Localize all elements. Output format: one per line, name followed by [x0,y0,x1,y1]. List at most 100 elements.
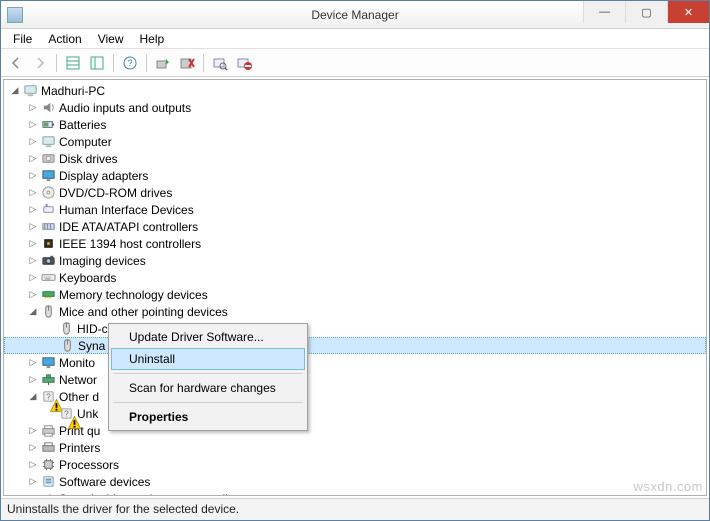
sound-icon [40,491,56,497]
menu-bar: File Action View Help [1,29,709,49]
tree-item-label: Networ [58,373,97,387]
tree-item[interactable]: ▷ IEEE 1394 host controllers [4,235,706,252]
tree-item[interactable]: ▷Human Interface Devices [4,201,706,218]
tree-item[interactable]: ▷Display adapters [4,167,706,184]
menu-file[interactable]: File [5,30,40,48]
expand-icon[interactable]: ▷ [26,425,40,436]
tree-item[interactable]: ▷ Imaging devices [4,252,706,269]
window-buttons: — ▢ ✕ [583,1,709,23]
ieee-icon [40,236,56,252]
help-button[interactable]: ? [119,52,141,74]
expand-icon[interactable]: ▷ [26,442,40,453]
menu-help[interactable]: Help [132,30,173,48]
expand-icon[interactable]: ▷ [26,374,40,385]
memory-icon [40,287,56,303]
close-button[interactable]: ✕ [667,1,709,23]
network-icon [40,372,56,388]
tree-item[interactable]: ▷ IDE ATA/ATAPI controllers [4,218,706,235]
tree-item-label: Monito [58,356,95,370]
back-button[interactable] [5,52,27,74]
expand-icon[interactable]: ▷ [26,238,40,249]
tree-item[interactable]: ▷ Computer [4,133,706,150]
toolbar-separator [203,54,204,72]
context-uninstall[interactable]: Uninstall [111,348,305,370]
context-scan-hardware[interactable]: Scan for hardware changes [111,377,305,399]
context-properties[interactable]: Properties [111,406,305,428]
scan-hardware-button[interactable] [209,52,231,74]
list-view-button[interactable] [86,52,108,74]
expand-icon[interactable]: ▷ [26,170,40,181]
display-icon [40,168,56,184]
disk-icon [40,151,56,167]
expand-icon[interactable]: ▷ [26,476,40,487]
toolbar: ? [1,49,709,77]
tree-item-label: Imaging devices [58,254,146,268]
context-separator [113,402,303,403]
tree-item[interactable]: ▷ Memory technology devices [4,286,706,303]
tree-item[interactable]: ▷DVD/CD-ROM drives [4,184,706,201]
tree-item-label: Syna [77,339,105,353]
tree-item[interactable]: ▷ Software devices [4,473,706,490]
expand-icon[interactable]: ▷ [26,136,40,147]
menu-view[interactable]: View [90,30,132,48]
tree-item[interactable]: ▷ Sound, video and game controllers [4,490,706,496]
tree-item-label: IDE ATA/ATAPI controllers [58,220,198,234]
ide-icon [40,219,56,235]
mouse-icon [58,321,74,337]
tree-item[interactable]: ▷ Keyboards [4,269,706,286]
other-icon [40,389,56,405]
expand-icon[interactable]: ▷ [26,102,40,113]
tree-item-label: Processors [58,458,119,472]
tree-item-label: Mice and other pointing devices [58,305,228,319]
expand-icon[interactable]: ▷ [26,289,40,300]
tree-item-label: Audio inputs and outputs [58,101,191,115]
battery-icon [40,117,56,133]
context-update-driver[interactable]: Update Driver Software... [111,326,305,348]
expand-icon[interactable]: ▷ [26,153,40,164]
tree-item[interactable]: ▷ Processors [4,456,706,473]
maximize-button[interactable]: ▢ [625,1,667,23]
expand-icon[interactable]: ▷ [26,272,40,283]
tree-item-label: Madhuri-PC [40,84,105,98]
tree-item-label: Memory technology devices [58,288,208,302]
expand-icon[interactable]: ▷ [26,204,40,215]
collapse-icon[interactable]: ◢ [8,85,22,96]
expand-icon[interactable]: ▷ [26,255,40,266]
tree-item-label: Other d [58,390,99,404]
computer-icon [22,83,38,99]
tree-item[interactable]: ◢ Mice and other pointing devices [4,303,706,320]
tree-item-label: IEEE 1394 host controllers [58,237,201,251]
minimize-button[interactable]: — [583,1,625,23]
mouse-icon [59,338,75,354]
tree-item-label: Keyboards [58,271,116,285]
tree-item-label: Computer [58,135,112,149]
forward-button[interactable] [29,52,51,74]
software-icon [40,474,56,490]
tree-item-label: Sound, video and game controllers [58,492,244,497]
collapse-icon[interactable]: ◢ [26,391,40,402]
tree-item[interactable]: ▷Printers [4,439,706,456]
expand-icon[interactable]: ▷ [26,119,40,130]
tree-item[interactable]: ▷ Audio inputs and outputs [4,99,706,116]
tree-item[interactable]: ▷Disk drives [4,150,706,167]
expand-icon[interactable]: ▷ [26,221,40,232]
update-driver-button[interactable] [152,52,174,74]
disable-button[interactable] [233,52,255,74]
other-icon [58,406,74,422]
expand-icon[interactable]: ▷ [26,187,40,198]
expand-icon[interactable]: ▷ [26,459,40,470]
tree-item[interactable]: ▷Batteries [4,116,706,133]
tree-item[interactable]: ◢ Madhuri-PC [4,82,706,99]
mouse-icon [40,304,56,320]
uninstall-button[interactable] [176,52,198,74]
menu-action[interactable]: Action [40,30,89,48]
cpu-icon [40,457,56,473]
collapse-icon[interactable]: ◢ [26,306,40,317]
monitor-icon [40,355,56,371]
device-tree[interactable]: ◢Madhuri-PC▷Audio inputs and outputs▷Bat… [3,79,707,496]
tree-item-label: Software devices [58,475,150,489]
expand-icon[interactable]: ▷ [26,357,40,368]
detail-view-button[interactable] [62,52,84,74]
speaker-icon [40,100,56,116]
expand-icon[interactable]: ▷ [26,493,40,496]
